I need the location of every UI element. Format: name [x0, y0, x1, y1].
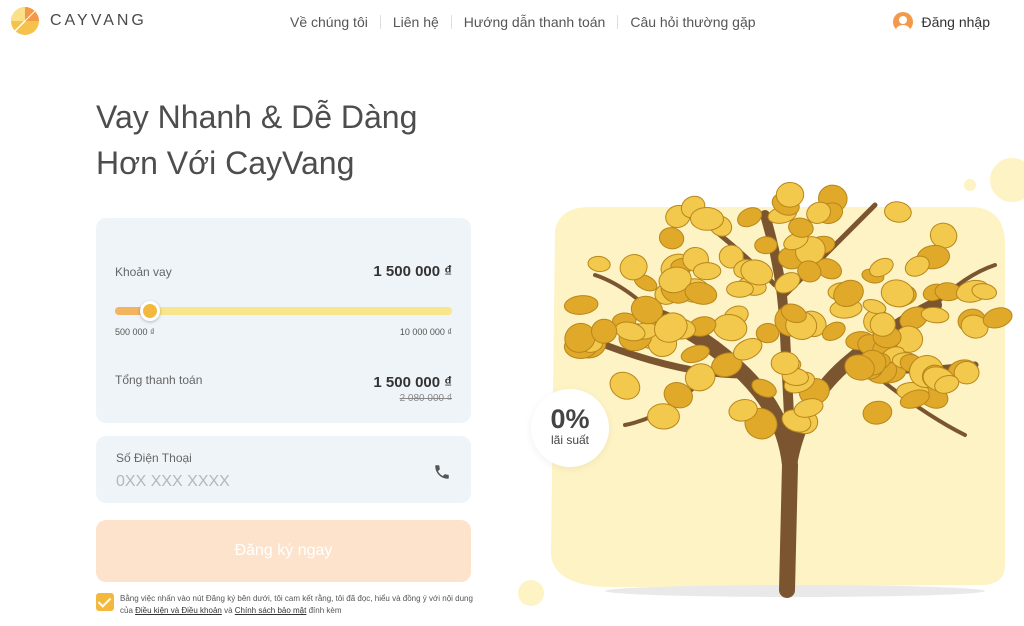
coin [770, 351, 800, 376]
phone-label: Số Điện Thoại [116, 451, 192, 465]
phone-field: Số Điện Thoại [96, 436, 471, 503]
main-nav: Về chúng tôi Liên hệ Hướng dẫn thanh toá… [278, 14, 768, 30]
coin [690, 206, 724, 231]
loan-card: Khoản vay 1 500 000 ₫ 500 000 ₫ 10 000 0… [96, 218, 471, 423]
user-icon [893, 12, 914, 32]
nav-faq[interactable]: Câu hỏi thường gặp [618, 14, 767, 30]
phone-input[interactable] [116, 470, 416, 494]
slider-max-label: 10 000 000 ₫ [399, 327, 452, 337]
decor-circle [990, 158, 1024, 202]
loan-amount-value: 1 500 000 ₫ [373, 263, 452, 280]
login-label: Đăng nhập [921, 14, 990, 30]
coin [726, 280, 754, 298]
total-payment-original: 2 080 000 ₫ [399, 393, 452, 404]
register-button[interactable]: Đăng ký ngay [96, 520, 471, 582]
terms-text: Bằng việc nhấn vào nút Đăng ký bên dưới,… [120, 593, 480, 617]
money-tree-illustration [518, 158, 1024, 606]
slider-min-label: 500 000 ₫ [115, 327, 155, 337]
login-button[interactable]: Đăng nhập [893, 12, 990, 32]
nav-about[interactable]: Về chúng tôi [278, 14, 380, 30]
interest-rate-value: 0% [550, 404, 590, 434]
title-line-1: Vay Nhanh & Dễ Dàng [96, 99, 418, 135]
page-title: Vay Nhanh & Dễ Dàng Hơn Với CayVang [96, 94, 516, 186]
title-line-2: Hơn Với CayVang [96, 145, 355, 181]
terms-text-middle: và [221, 606, 235, 615]
terms-text-after: đính kèm [306, 606, 342, 615]
privacy-policy-link[interactable]: Chính sách bảo mật [235, 606, 307, 615]
interest-rate-caption: lãi suất [550, 433, 590, 447]
brand-name: CAYVANG [50, 12, 147, 29]
total-payment-value: 1 500 000 ₫ [373, 374, 452, 391]
coin [692, 262, 722, 281]
slider-thumb[interactable] [140, 301, 161, 321]
logo-icon [10, 6, 40, 36]
phone-icon [433, 463, 451, 481]
terms-conditions-link[interactable]: Điều kiện và Điều khoản [135, 606, 222, 615]
nav-payment-guide[interactable]: Hướng dẫn thanh toán [452, 14, 618, 30]
loan-amount-slider[interactable] [115, 301, 452, 321]
nav-contact[interactable]: Liên hệ [381, 14, 451, 30]
interest-rate-badge: 0% lãi suất [531, 389, 609, 467]
decor-circle [518, 580, 544, 606]
total-payment-label: Tổng thanh toán [115, 373, 203, 387]
loan-amount-label: Khoản vay [115, 265, 172, 279]
brand-logo[interactable]: CAYVANG [10, 6, 147, 36]
decor-circle [964, 179, 976, 191]
coin [591, 318, 618, 344]
terms-checkbox[interactable] [96, 593, 114, 611]
